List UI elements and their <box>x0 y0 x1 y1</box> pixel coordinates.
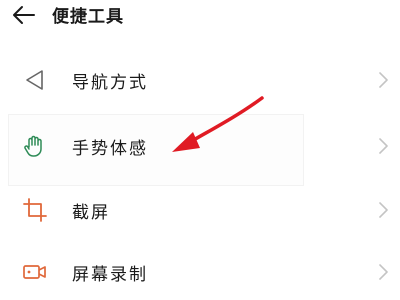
annotation-arrow <box>172 96 264 152</box>
